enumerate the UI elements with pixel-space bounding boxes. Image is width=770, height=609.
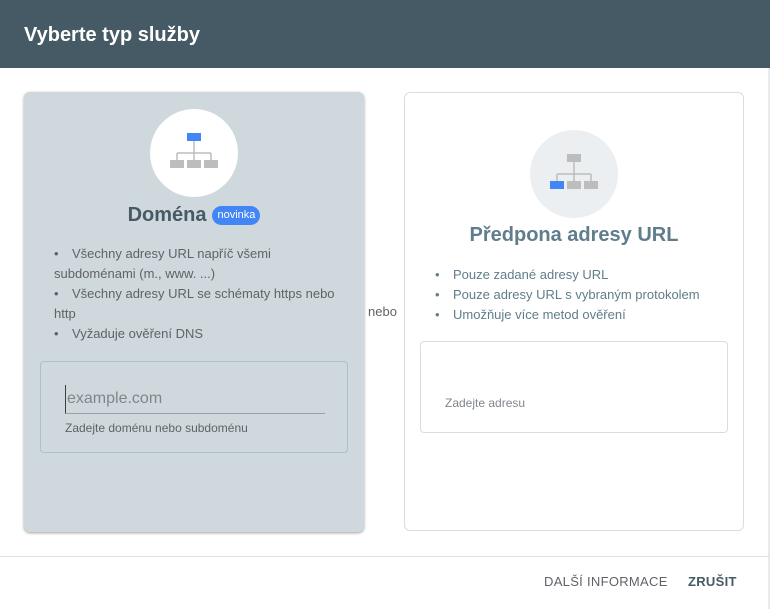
- domain-feature-list: Všechny adresy URL napříč všemi subdomén…: [54, 244, 344, 344]
- more-info-button[interactable]: DALŠÍ INFORMACE: [544, 574, 668, 589]
- sitemap-icon: [170, 133, 218, 168]
- domain-icon-circle: [150, 109, 238, 197]
- list-item: Pouze adresy URL s vybraným protokolem: [435, 285, 735, 305]
- domain-input-box: Zadejte doménu nebo subdoménu: [40, 361, 348, 453]
- or-separator: nebo: [368, 304, 397, 319]
- url-input[interactable]: [445, 386, 703, 420]
- domain-input-hint: Zadejte doménu nebo subdoménu: [65, 421, 248, 435]
- url-prefix-option-card[interactable]: Předpona adresy URL Pouze zadané adresy …: [404, 92, 744, 531]
- footer-divider: [0, 556, 770, 557]
- url-input-box: [420, 341, 728, 433]
- list-item: Umožňuje více metod ověření: [435, 305, 735, 325]
- dialog-title: Vyberte typ služby: [24, 24, 200, 46]
- list-item: Pouze zadané adresy URL: [435, 265, 735, 285]
- domain-title: Doména novinka: [24, 204, 364, 227]
- url-prefix-feature-list: Pouze zadané adresy URL Pouze adresy URL…: [435, 265, 735, 325]
- domain-input[interactable]: [65, 385, 325, 414]
- url-prefix-icon-circle: [530, 130, 618, 218]
- url-prefix-title: Předpona adresy URL: [469, 224, 679, 246]
- sitemap-icon: [550, 154, 598, 189]
- list-item: Vyžaduje ověření DNS: [54, 324, 344, 344]
- new-badge: novinka: [212, 206, 261, 225]
- dialog-header: Vyberte typ služby: [0, 0, 770, 68]
- cancel-button[interactable]: ZRUŠIT: [688, 574, 737, 589]
- list-item: Všechny adresy URL se schématy https neb…: [54, 284, 344, 324]
- list-item: Všechny adresy URL napříč všemi subdomén…: [54, 244, 344, 284]
- domain-title-text: Doména: [127, 204, 207, 226]
- domain-option-card[interactable]: Doména novinka Všechny adresy URL napříč …: [24, 92, 364, 532]
